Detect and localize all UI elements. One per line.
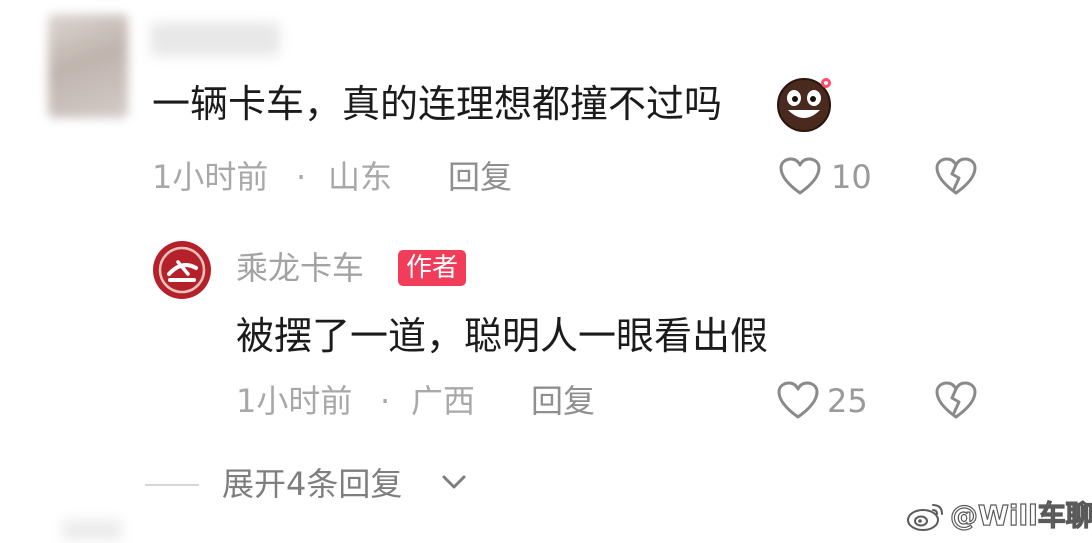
reply-time: 1小时前 xyxy=(236,382,353,420)
smiling-face-emoji-icon xyxy=(774,74,834,134)
heart-icon[interactable] xyxy=(778,156,822,196)
expand-replies-button[interactable]: 展开4条回复 xyxy=(222,464,402,504)
heart-icon[interactable] xyxy=(776,380,820,420)
comment-separator: · xyxy=(296,158,307,196)
broken-heart-icon[interactable] xyxy=(934,156,978,196)
reply-reply-button[interactable]: 回复 xyxy=(531,382,595,420)
reply-location: 广西 xyxy=(411,382,476,420)
commenter-avatar[interactable] xyxy=(48,14,128,118)
commenter-name[interactable] xyxy=(150,22,280,56)
reply-text: 被摆了一道，聪明人一眼看出假 xyxy=(236,314,769,358)
comment-time: 1小时前 xyxy=(152,158,269,196)
broken-heart-icon[interactable] xyxy=(934,380,978,420)
author-badge: 作者 xyxy=(398,250,467,286)
comment-like-count: 10 xyxy=(831,158,872,196)
comment-location: 山东 xyxy=(328,158,393,196)
comment-reply-button[interactable]: 回复 xyxy=(448,158,512,196)
next-comment-avatar xyxy=(62,520,122,540)
reply-separator: · xyxy=(380,382,391,420)
watermark-text: @Will车聊 xyxy=(949,498,1092,532)
author-name[interactable]: 乘龙卡车 xyxy=(236,248,364,288)
chevron-down-icon[interactable] xyxy=(440,472,468,492)
weibo-logo-icon xyxy=(906,499,946,533)
watermark: @Will车聊 xyxy=(906,498,1092,534)
comment-text: 一辆卡车，真的连理想都撞不过吗 xyxy=(152,82,723,126)
expand-divider xyxy=(145,484,199,486)
reply-like-count: 25 xyxy=(827,382,868,420)
author-avatar[interactable] xyxy=(152,240,212,300)
